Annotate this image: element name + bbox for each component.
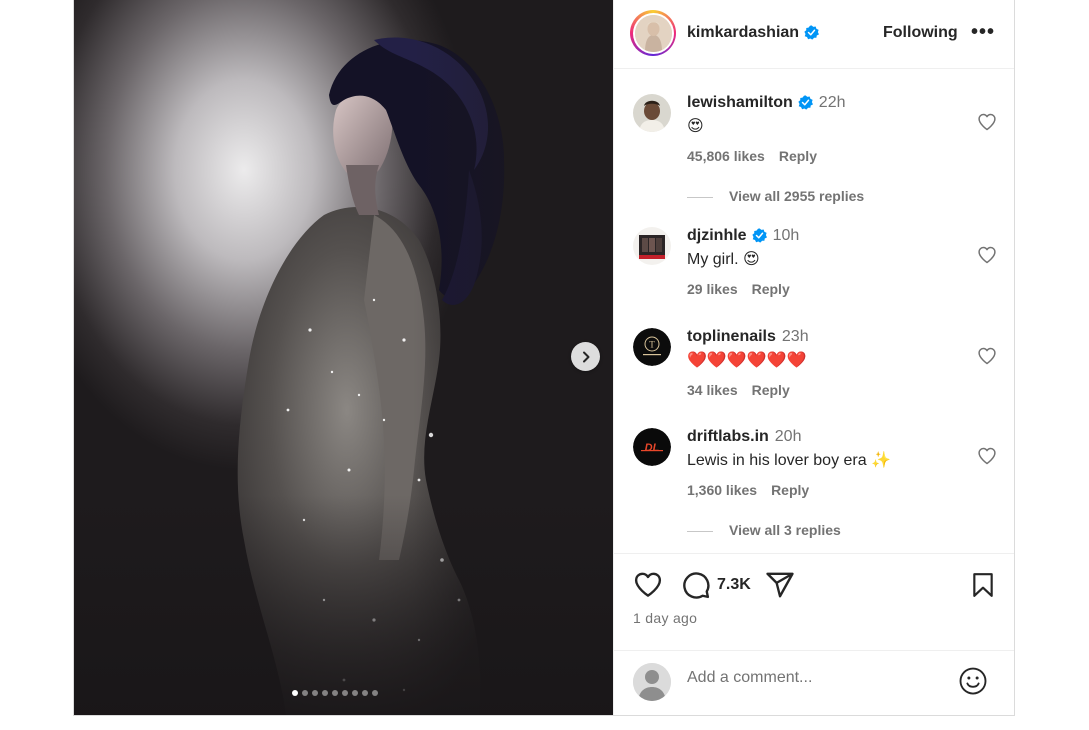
carousel-dot	[372, 690, 378, 696]
carousel-indicator	[292, 690, 378, 696]
comment-likes[interactable]: 1,360 likes	[687, 482, 757, 498]
post-side-panel: kimkardashian Following ••• lewishamilto…	[613, 0, 1014, 715]
comment-text: 😍	[687, 118, 704, 135]
comment-time[interactable]: 23h	[782, 328, 809, 345]
carousel-dot	[292, 690, 298, 696]
author-avatar-image	[634, 14, 672, 52]
heart-icon[interactable]	[977, 346, 997, 366]
smiley-icon[interactable]	[958, 666, 988, 696]
comment-username[interactable]: driftlabs.in	[687, 428, 769, 445]
commenter-avatar[interactable]	[633, 94, 671, 132]
view-replies-button[interactable]: View all 2955 replies	[687, 188, 864, 204]
verified-badge-icon	[804, 25, 820, 40]
reply-button[interactable]: Reply	[752, 281, 790, 297]
carousel-dot	[332, 690, 338, 696]
comment-text: My girl. 😍	[687, 251, 760, 268]
comment-username[interactable]: djzinhle	[687, 227, 747, 244]
comment-composer	[614, 650, 1014, 716]
comment-time[interactable]: 10h	[773, 227, 800, 244]
paper-plane-icon[interactable]	[765, 570, 795, 600]
comment-likes[interactable]: 45,806 likes	[687, 148, 765, 164]
heart-icon[interactable]	[977, 245, 997, 265]
comment-text: ❤️❤️❤️❤️❤️❤️	[687, 352, 807, 369]
post-actions: 7.3K 1 day ago	[614, 553, 1014, 715]
view-replies-label: View all 3 replies	[729, 522, 841, 538]
reply-button[interactable]: Reply	[752, 382, 790, 398]
svg-text:T: T	[649, 340, 655, 350]
carousel-dot	[362, 690, 368, 696]
bookmark-icon[interactable]	[970, 571, 996, 599]
view-replies-button[interactable]: View all 3 replies	[687, 522, 841, 538]
post-modal: kimkardashian Following ••• lewishamilto…	[73, 0, 1015, 716]
current-user-avatar	[633, 663, 671, 701]
author-username[interactable]: kimkardashian	[687, 24, 820, 42]
author-username-text: kimkardashian	[687, 24, 800, 41]
comment-likes[interactable]: 34 likes	[687, 382, 738, 398]
post-timestamp[interactable]: 1 day ago	[633, 610, 697, 626]
carousel-dot	[312, 690, 318, 696]
heart-icon[interactable]	[977, 112, 997, 132]
like-heart-icon[interactable]	[633, 570, 663, 600]
comment-likes[interactable]: 29 likes	[687, 281, 738, 297]
carousel-dot	[302, 690, 308, 696]
comment-time[interactable]: 20h	[775, 428, 802, 445]
commenter-avatar[interactable]	[633, 227, 671, 265]
add-comment-input[interactable]	[687, 669, 947, 687]
carousel-dot	[342, 690, 348, 696]
author-avatar[interactable]	[630, 10, 676, 56]
verified-badge-icon	[798, 95, 813, 110]
comment-time[interactable]: 22h	[819, 94, 846, 111]
reply-button[interactable]: Reply	[779, 148, 817, 164]
carousel-dot	[352, 690, 358, 696]
commenter-avatar[interactable]: T	[633, 328, 671, 366]
comment-username[interactable]: lewishamilton	[687, 94, 793, 111]
comment-username[interactable]: toplinenails	[687, 328, 776, 345]
commenter-avatar[interactable]: DL	[633, 428, 671, 466]
heart-icon[interactable]	[977, 446, 997, 466]
carousel-dot	[322, 690, 328, 696]
carousel-next-button[interactable]	[571, 342, 600, 371]
following-button[interactable]: Following	[883, 24, 958, 42]
comment-count: 7.3K	[717, 576, 751, 593]
verified-badge-icon	[751, 228, 767, 243]
comment-text: Lewis in his lover boy era ✨	[687, 452, 892, 469]
comment-bubble-icon[interactable]	[681, 570, 711, 600]
post-header: kimkardashian Following •••	[614, 0, 1014, 69]
svg-text:DL: DL	[645, 442, 660, 454]
post-photo[interactable]	[74, 0, 613, 715]
reply-button[interactable]: Reply	[771, 482, 809, 498]
view-replies-label: View all 2955 replies	[729, 188, 865, 204]
chevron-right-icon	[582, 351, 589, 362]
photo-vignette-bottom	[74, 495, 613, 715]
more-options-icon[interactable]: •••	[971, 21, 995, 44]
